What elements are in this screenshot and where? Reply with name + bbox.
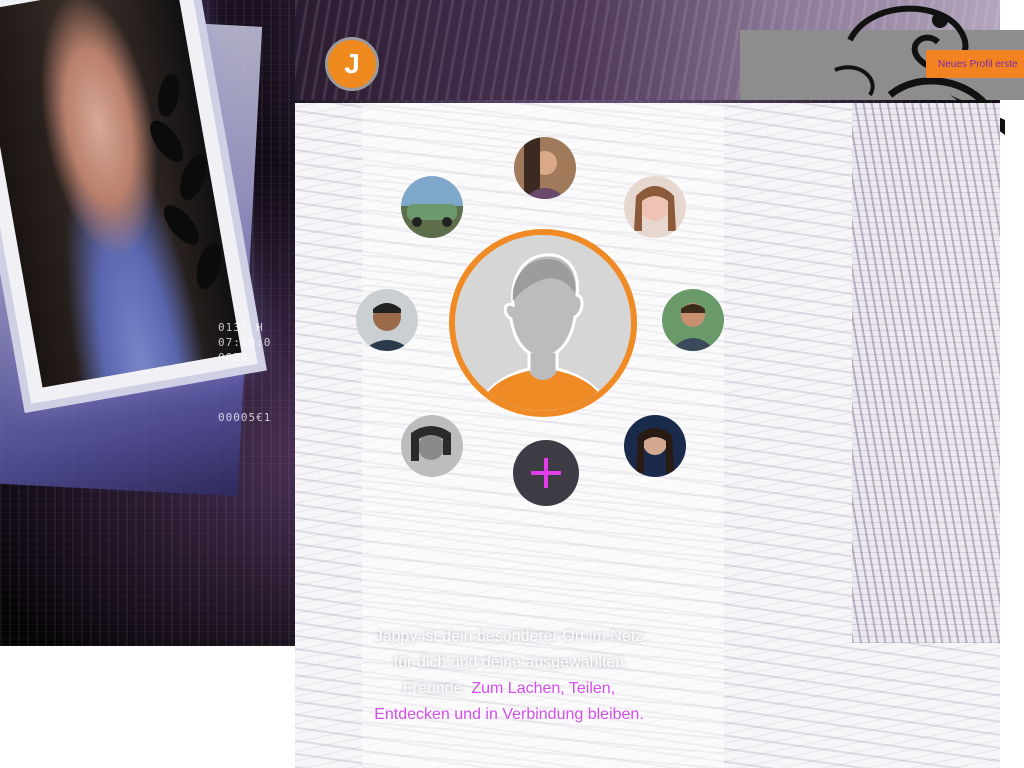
jappy-logo-button[interactable]: J bbox=[325, 37, 379, 91]
profile-avatar-placeholder[interactable] bbox=[449, 229, 637, 417]
friend-avatar-top-right[interactable] bbox=[624, 176, 686, 238]
plus-icon bbox=[531, 458, 561, 488]
side-panel-texture bbox=[852, 103, 1000, 643]
create-profile-button[interactable]: Neues Profil erste bbox=[926, 50, 1024, 78]
friend-avatar-top[interactable] bbox=[514, 137, 576, 199]
friend-avatar-bottom-right[interactable] bbox=[624, 415, 686, 477]
friend-avatar-top-left[interactable] bbox=[401, 176, 463, 238]
tagline-text: Jappy ist dein besonderer Ort im Netz fü… bbox=[370, 624, 648, 728]
background-code-text: 0137 H 07:10:0 0024 00005€1 bbox=[218, 321, 272, 424]
add-friend-button[interactable] bbox=[513, 440, 579, 506]
friend-avatar-bottom-left[interactable] bbox=[401, 415, 463, 477]
friend-avatar-right[interactable] bbox=[662, 289, 724, 351]
friend-avatar-left[interactable] bbox=[356, 289, 418, 351]
user-silhouette-icon bbox=[455, 235, 631, 411]
